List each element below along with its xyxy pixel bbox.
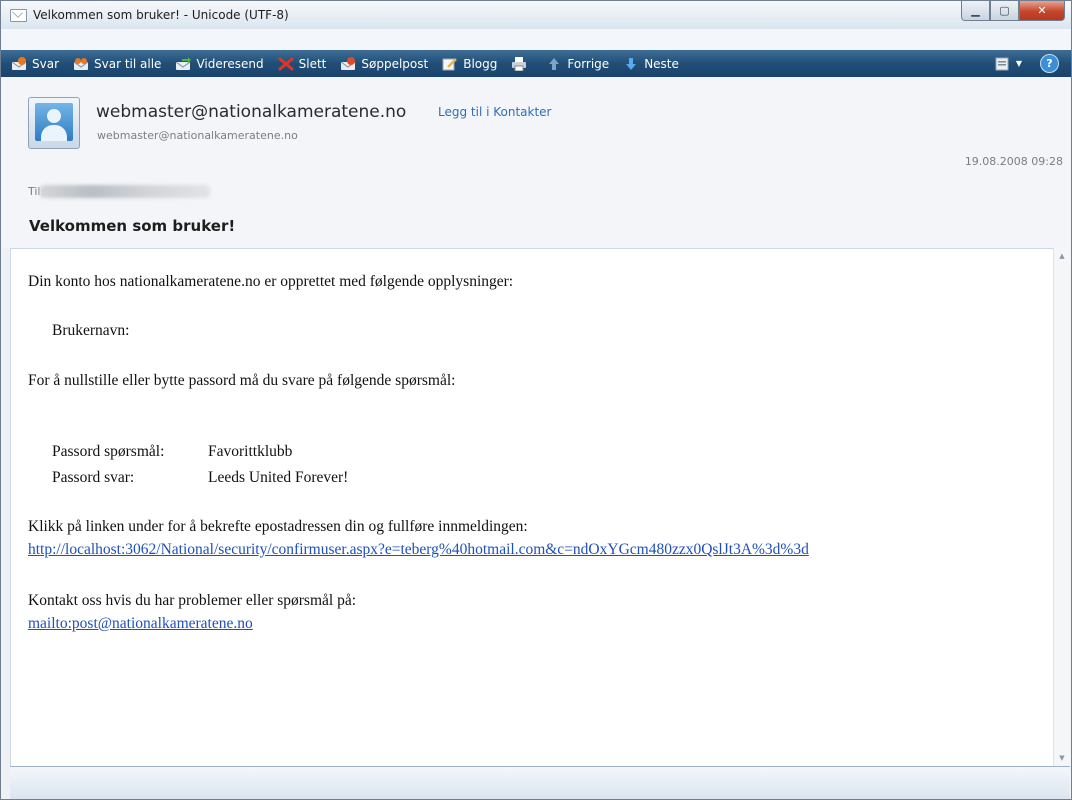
status-bar [10, 766, 1070, 799]
print-icon [511, 56, 527, 71]
help-button[interactable]: ? [1036, 50, 1063, 77]
previous-arrow-icon [546, 57, 562, 71]
question-label: Passord spørsmål: [52, 443, 165, 460]
message-header: webmaster@nationalkameratene.no Legg til… [1, 78, 1071, 248]
vertical-scrollbar[interactable]: ▲ ▼ [1053, 248, 1070, 766]
help-icon: ? [1040, 54, 1059, 73]
chevron-down-icon: ▼ [1015, 59, 1022, 68]
menu-button[interactable]: ▼ [991, 50, 1026, 77]
contact-picture-icon [35, 103, 73, 141]
contact-text: Kontakt oss hvis du har problemer eller … [28, 592, 357, 609]
window-title: Velkommen som bruker! - Unicode (UTF-8) [33, 8, 289, 22]
username-label: Brukernavn: [52, 322, 130, 339]
contact-link-line: mailto:post@nationalkameratene.no [28, 615, 253, 633]
window-controls: ▁ ▢ ✕ [961, 1, 1065, 23]
forward-button[interactable]: Videresend [171, 50, 267, 77]
minimize-button[interactable]: ▁ [961, 1, 990, 21]
contact-link[interactable]: mailto:post@nationalkameratene.no [28, 615, 253, 632]
delete-button[interactable]: Slett [274, 50, 331, 77]
toolbar-right: ▼ ? [981, 50, 1063, 77]
avatar [28, 97, 80, 149]
reply-button[interactable]: Svar [7, 50, 63, 77]
question-value: Favorittklubb [208, 443, 293, 460]
junk-label: Søppelpost [361, 56, 429, 71]
reset-text: For å nullstille eller bytte passord må … [28, 372, 456, 389]
reply-label: Svar [32, 56, 60, 71]
menu-icon [995, 57, 1011, 71]
sender-name[interactable]: webmaster@nationalkameratene.no [96, 102, 406, 122]
forward-label: Videresend [196, 56, 264, 71]
next-arrow-icon [623, 57, 639, 71]
blog-label: Blogg [463, 56, 498, 71]
close-button[interactable]: ✕ [1019, 1, 1065, 21]
recipient-address-redacted [40, 185, 210, 198]
message-toolbar: Svar Svar til alle Videresend Slett Søpp… [1, 50, 1071, 77]
junk-icon [340, 56, 356, 71]
sender-address: webmaster@nationalkameratene.no [97, 129, 298, 142]
junk-button[interactable]: Søppelpost [336, 50, 432, 77]
message-body: Din konto hos nationalkameratene.no er o… [10, 248, 1057, 767]
message-date: 19.08.2008 09:28 [964, 155, 1063, 168]
toolbar-top-band [1, 29, 1071, 50]
intro-text: Din konto hos nationalkameratene.no er o… [28, 273, 514, 290]
delete-label: Slett [298, 56, 327, 71]
print-button[interactable] [507, 50, 536, 77]
blog-icon [442, 57, 458, 71]
title-bar: Velkommen som bruker! - Unicode (UTF-8) … [1, 1, 1071, 30]
reply-all-button[interactable]: Svar til alle [69, 50, 165, 77]
reply-all-label: Svar til alle [94, 56, 162, 71]
previous-label: Forrige [567, 56, 610, 71]
reply-all-icon [73, 57, 89, 71]
next-label: Neste [644, 56, 679, 71]
message-subject: Velkommen som bruker! [29, 217, 236, 235]
blog-button[interactable]: Blogg [438, 50, 501, 77]
add-to-contacts-link[interactable]: Legg til i Kontakter [438, 105, 552, 119]
scroll-up-icon[interactable]: ▲ [1054, 248, 1070, 264]
answer-value: Leeds United Forever! [208, 469, 349, 486]
maximize-icon: ▢ [999, 4, 1010, 17]
scroll-down-icon[interactable]: ▼ [1054, 750, 1070, 766]
maximize-button[interactable]: ▢ [990, 1, 1019, 21]
email-window: Velkommen som bruker! - Unicode (UTF-8) … [0, 0, 1072, 800]
confirm-text: Klikk på linken under for å bekrefte epo… [28, 518, 528, 535]
reply-icon [11, 56, 27, 71]
close-icon: ✕ [1037, 4, 1047, 17]
next-button[interactable]: Neste [619, 50, 683, 77]
envelope-icon [10, 9, 27, 22]
forward-icon [175, 56, 192, 71]
confirm-link[interactable]: http://localhost:3062/National/security/… [28, 541, 809, 558]
minimize-icon: ▁ [971, 4, 980, 17]
delete-icon [278, 57, 294, 71]
confirm-link-line: http://localhost:3062/National/security/… [28, 541, 809, 559]
answer-label: Passord svar: [52, 469, 135, 486]
previous-button[interactable]: Forrige [542, 50, 613, 77]
